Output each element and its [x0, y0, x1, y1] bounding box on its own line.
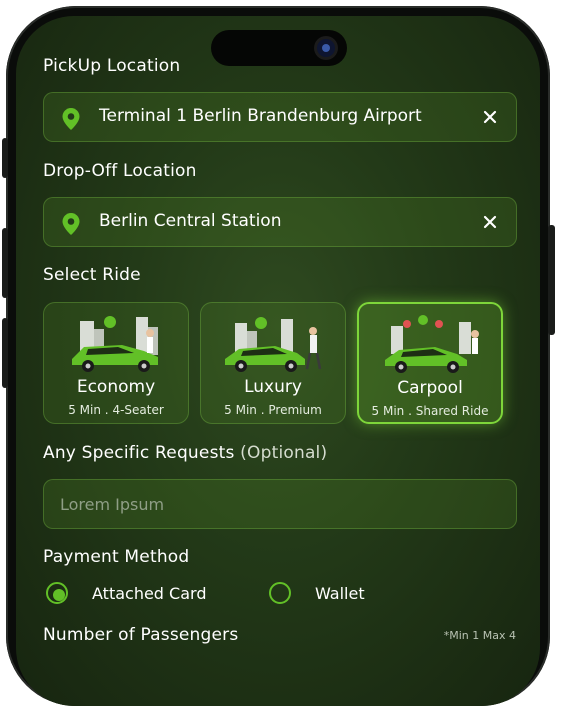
requests-input[interactable] [44, 480, 516, 528]
side-button-mute [2, 138, 8, 178]
passengers-note: *Min 1 Max 4 [443, 629, 516, 642]
app-screen: PickUp Location Terminal 1 Berlin Brande… [16, 16, 540, 706]
ride-option-economy[interactable]: Economy 5 Min . 4-Seater [43, 302, 189, 424]
payment-option-wallet[interactable]: Wallet [269, 582, 399, 608]
payment-option-label: Wallet [315, 584, 365, 603]
ride-meta: 5 Min . Premium [224, 403, 322, 417]
requests-label: Any Specific Requests (Optional) [43, 443, 328, 463]
radio-selected-icon [46, 582, 68, 604]
location-pin-icon [62, 108, 80, 130]
car-illustration-icon [72, 316, 158, 372]
pickup-label: PickUp Location [43, 56, 181, 76]
car-illustration-icon [225, 317, 322, 372]
side-button-volume-up [2, 228, 8, 298]
ride-name: Economy [76, 377, 156, 397]
payment-label: Payment Method [43, 547, 190, 567]
ride-meta: 5 Min . Shared Ride [371, 404, 489, 418]
radio-unselected-icon [269, 582, 291, 604]
ride-name: Carpool [397, 378, 463, 398]
payment-option-label: Attached Card [92, 584, 207, 603]
car-illustration-icon [385, 315, 479, 373]
pickup-field[interactable]: Terminal 1 Berlin Brandenburg Airport [43, 92, 517, 142]
select-ride-label: Select Ride [43, 265, 141, 285]
dynamic-island [211, 30, 347, 66]
side-button-volume-down [2, 318, 8, 388]
side-button-power [548, 225, 555, 335]
ride-name: Luxury [244, 377, 302, 397]
front-camera-icon [317, 39, 335, 57]
passengers-label: Number of Passengers [43, 625, 239, 645]
pickup-value: Terminal 1 Berlin Brandenburg Airport [99, 106, 422, 126]
ride-option-carpool[interactable]: Carpool 5 Min . Shared Ride [357, 302, 503, 424]
payment-option-attached-card[interactable]: Attached Card [46, 582, 246, 608]
dropoff-label: Drop-Off Location [43, 161, 197, 181]
ride-meta: 5 Min . 4-Seater [68, 403, 164, 417]
location-pin-icon [62, 213, 80, 235]
requests-field[interactable] [43, 479, 517, 529]
close-icon[interactable] [482, 109, 498, 125]
dropoff-field[interactable]: Berlin Central Station [43, 197, 517, 247]
close-icon[interactable] [482, 214, 498, 230]
dropoff-value: Berlin Central Station [99, 211, 282, 231]
ride-option-luxury[interactable]: Luxury 5 Min . Premium [200, 302, 346, 424]
